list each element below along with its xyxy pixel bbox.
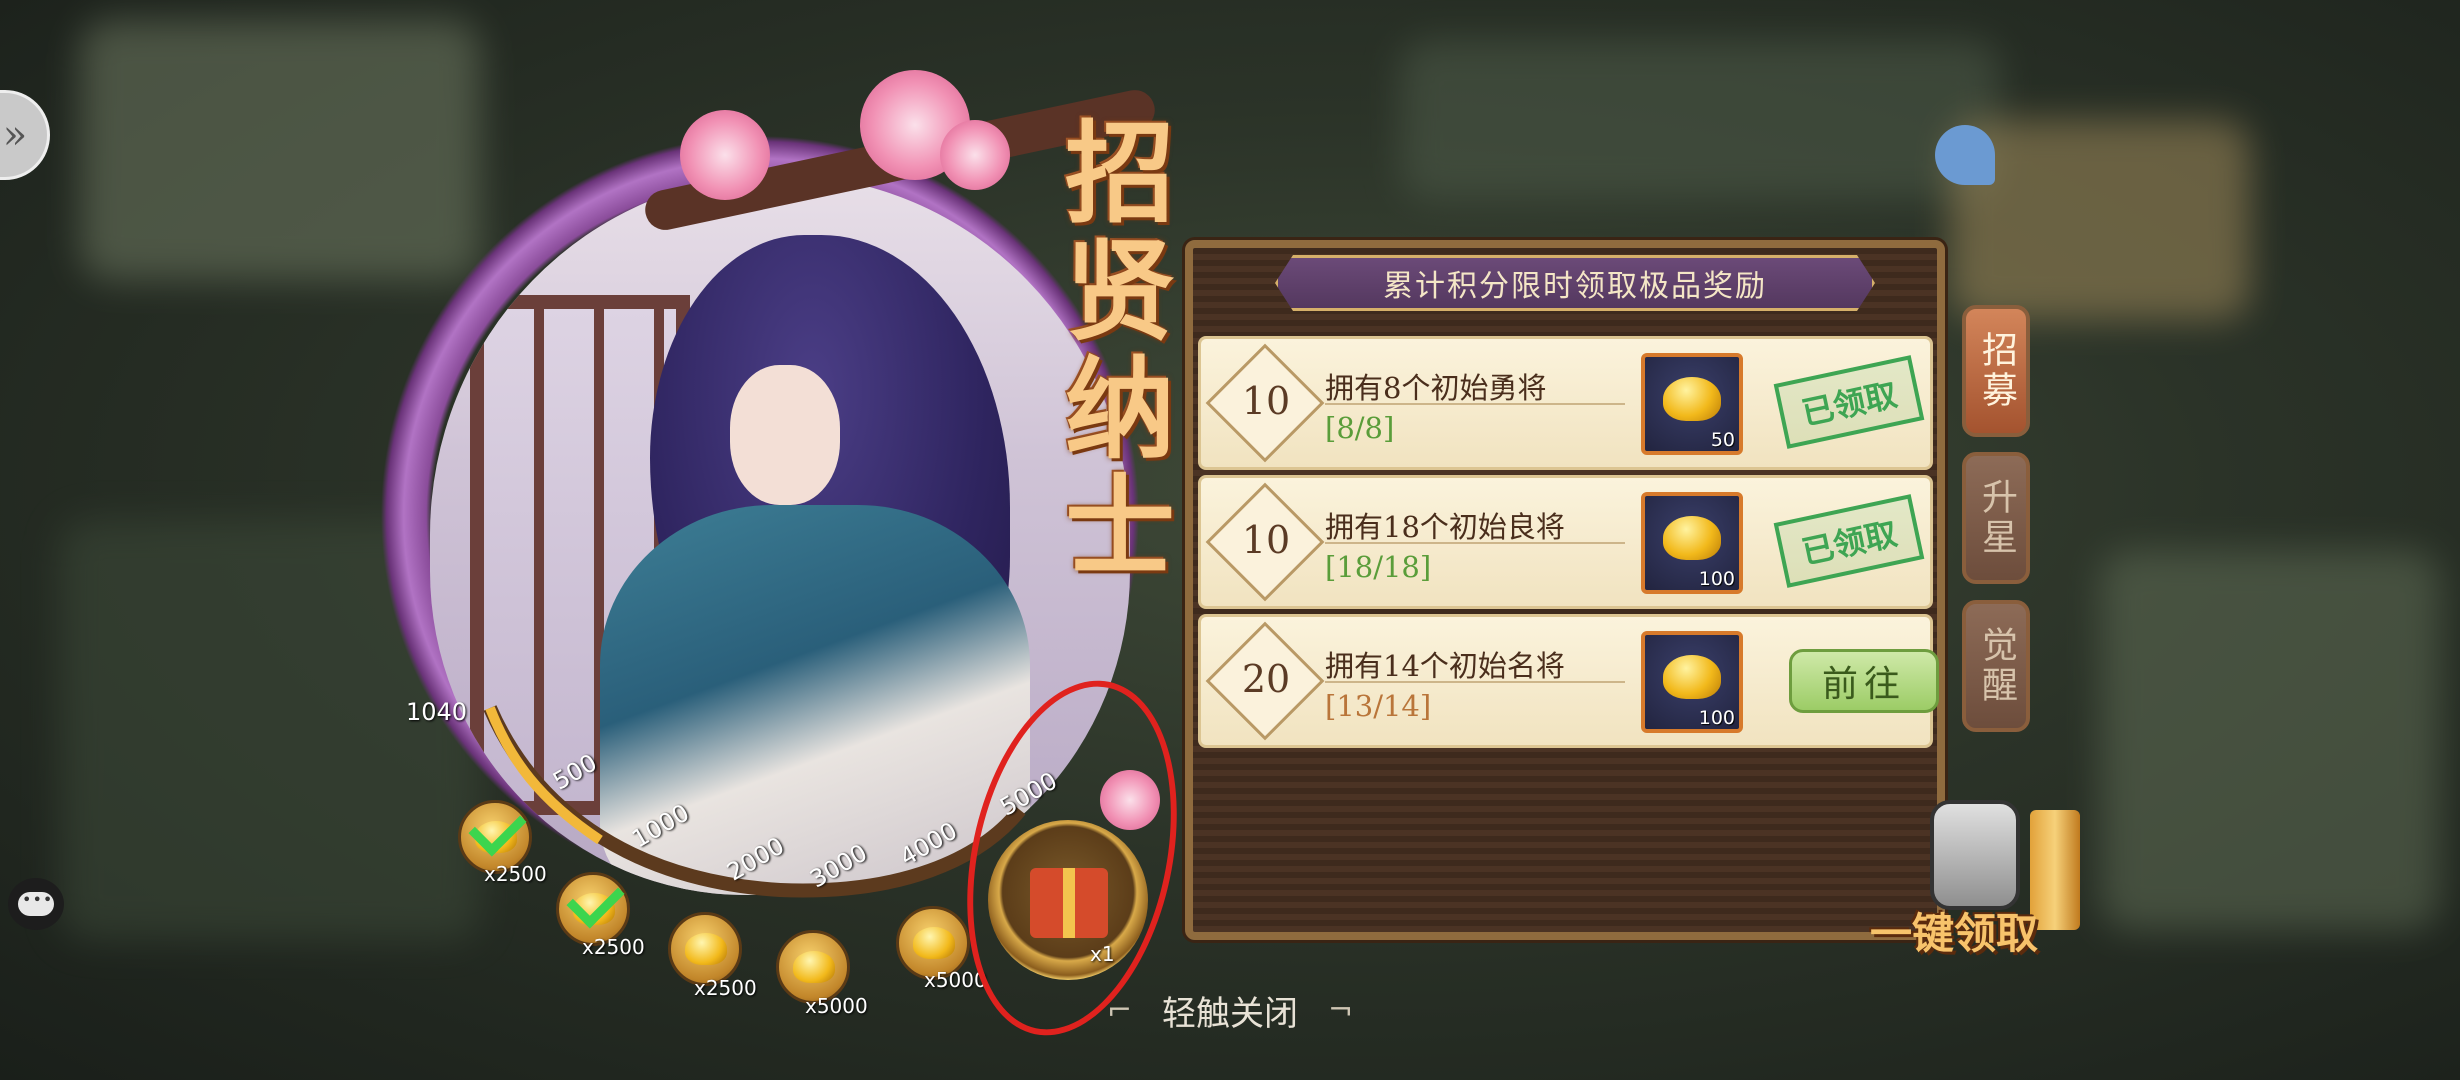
milestone-reward[interactable] [668,912,742,986]
checkmark-icon [566,870,625,929]
knight-mascot-icon [1930,800,2020,910]
claim-all-label: 一键领取 [1870,909,2039,958]
milestone-qty: x5000 [805,994,868,1018]
milestone-qty: x2500 [582,935,645,959]
checkmark-icon [468,798,527,857]
close-hint-text: 轻触关闭 [1162,993,1298,1034]
milestone-reward[interactable] [776,930,850,1004]
gold-ingot-icon [685,933,727,965]
gold-ingot-icon [913,927,955,959]
progress-arc [483,705,1026,898]
ornament-icon: ¬ [1328,992,1354,1028]
milestone-qty: x2500 [694,976,757,1000]
current-score: 1040 [406,698,468,726]
claim-all-button[interactable]: 一键领取 [1860,790,2080,1000]
ornament-icon: ⌐ [1106,992,1132,1028]
gold-ingot-icon [793,951,835,983]
tap-to-close[interactable]: ⌐ 轻触关闭 ¬ [1060,990,1400,1034]
milestone-qty: x2500 [484,862,547,886]
